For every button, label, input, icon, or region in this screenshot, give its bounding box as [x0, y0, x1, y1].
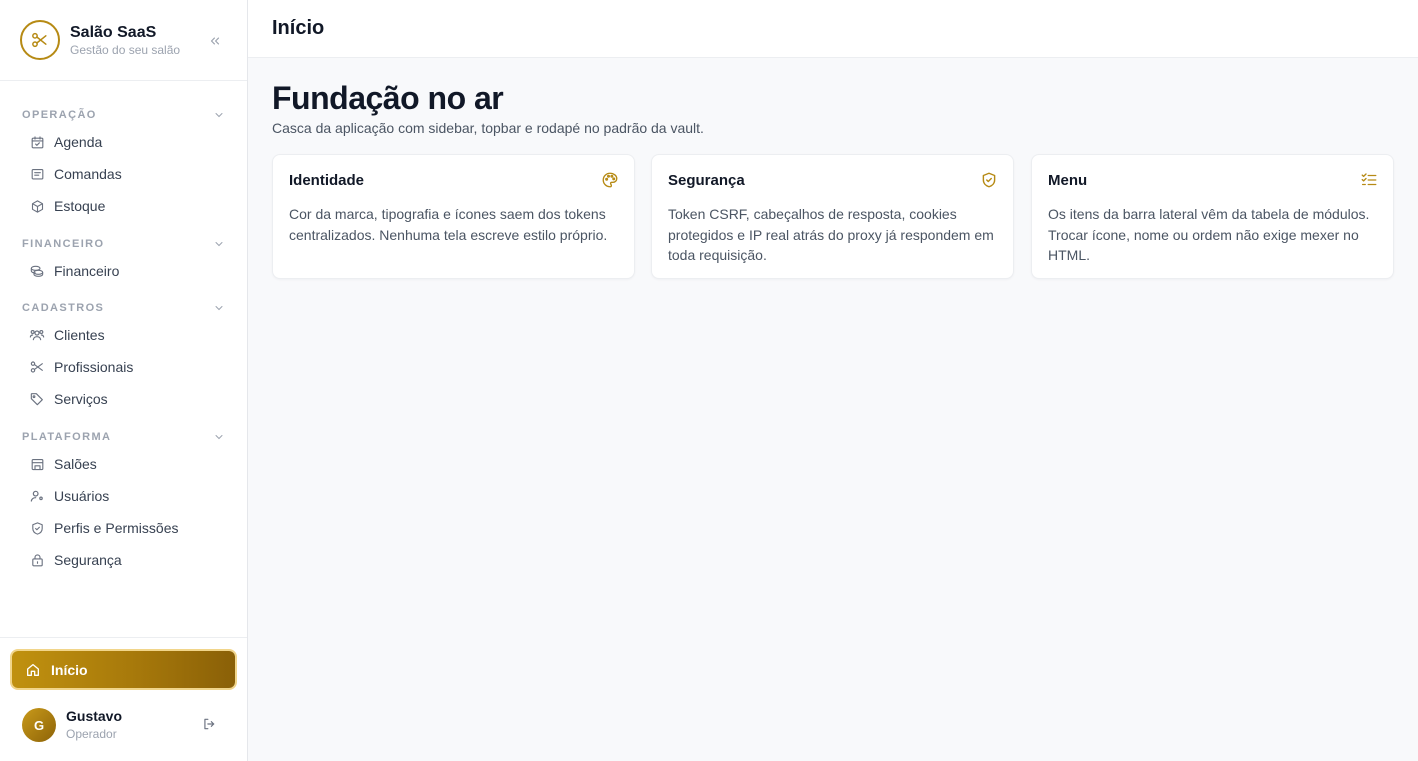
sidebar-item-saloes[interactable]: Salões	[0, 448, 247, 480]
card-text: Token CSRF, cabeçalhos de resposta, cook…	[668, 206, 994, 263]
calendar-icon	[29, 134, 45, 150]
section-cadastros-toggle[interactable]: CADASTROS	[0, 299, 247, 317]
tag-icon	[29, 391, 45, 407]
logout-button[interactable]	[202, 717, 216, 731]
sidebar-item-label: Salões	[54, 456, 97, 472]
sidebar: Salão SaaS Gestão do seu salão OPERAÇÃO …	[0, 0, 248, 761]
topbar-title: Início	[272, 17, 325, 39]
receipt-icon	[29, 166, 45, 182]
coins-icon	[29, 263, 45, 279]
shield-icon	[29, 520, 45, 536]
chevrons-left-icon	[210, 37, 220, 45]
sidebar-item-label: Financeiro	[54, 263, 120, 279]
section-financeiro-toggle[interactable]: FINANCEIRO	[0, 235, 247, 253]
sidebar-item-label: Clientes	[54, 327, 105, 343]
section-plataforma: PLATAFORMA Salões Usuários Perfis e Perm…	[0, 428, 247, 576]
chevron-down-icon	[215, 113, 223, 118]
sidebar-item-label: Perfis e Permissões	[54, 520, 179, 536]
scissors-icon	[29, 359, 45, 375]
section-plataforma-toggle[interactable]: PLATAFORMA	[0, 428, 247, 446]
sidebar-item-seguranca[interactable]: Segurança	[0, 544, 247, 576]
sidebar-item-profissionais[interactable]: Profissionais	[0, 351, 247, 383]
sidebar-item-label: Usuários	[54, 488, 110, 504]
card-title: Identidade	[289, 172, 365, 189]
chevron-down-icon	[215, 435, 223, 440]
section-operacao: OPERAÇÃO Agenda Comandas Estoque	[0, 106, 247, 222]
sidebar-item-label: Comandas	[54, 166, 122, 182]
store-icon	[29, 456, 45, 472]
lock-icon	[29, 552, 45, 568]
box-icon	[29, 198, 45, 214]
home-label: Início	[51, 661, 88, 678]
sidebar-item-perfis-permissoes[interactable]: Perfis e Permissões	[0, 512, 247, 544]
topbar: Início	[248, 0, 1418, 58]
card-text: Os itens da barra lateral vêm da tabela …	[1048, 206, 1370, 263]
card-menu: Menu Os itens da barra lateral vêm da ta…	[1031, 154, 1394, 279]
user-name: Gustavo	[66, 708, 123, 724]
user-icon	[29, 488, 45, 504]
sidebar-footer: Início G Gustavo Operador	[0, 637, 247, 761]
list-check-icon	[1361, 173, 1377, 186]
collapse-sidebar-button[interactable]	[204, 30, 226, 52]
shield-check-icon	[982, 172, 996, 188]
user-role: Operador	[66, 727, 117, 741]
sidebar-item-comandas[interactable]: Comandas	[0, 158, 247, 190]
sidebar-item-label: Serviços	[54, 391, 108, 407]
card-title: Menu	[1048, 172, 1088, 189]
sidebar-item-label: Estoque	[54, 198, 106, 214]
sidebar-item-usuarios[interactable]: Usuários	[0, 480, 247, 512]
card-title: Segurança	[668, 172, 745, 189]
card-text: Cor da marca, tipografia e ícones saem d…	[289, 206, 608, 243]
users-icon	[29, 327, 45, 343]
section-operacao-toggle[interactable]: OPERAÇÃO	[0, 106, 247, 124]
card-identidade: Identidade Cor da marca, tipografia e íc…	[272, 154, 635, 279]
sidebar-item-label: Segurança	[54, 552, 122, 568]
sidebar-item-servicos[interactable]: Serviços	[0, 383, 247, 415]
brand-header: Salão SaaS Gestão do seu salão	[0, 0, 247, 81]
page-title: Fundação no ar	[272, 80, 504, 116]
section-cadastros: CADASTROS Clientes Profissionais Serviço…	[0, 299, 247, 415]
card-seguranca: Segurança Token CSRF, cabeçalhos de resp…	[651, 154, 1014, 279]
page-subtitle: Casca da aplicação com sidebar, topbar e…	[272, 120, 704, 136]
section-financeiro: FINANCEIRO Financeiro	[0, 235, 247, 287]
sidebar-item-agenda[interactable]: Agenda	[0, 126, 247, 158]
chevron-down-icon	[215, 306, 223, 311]
sidebar-item-label: Agenda	[54, 134, 103, 150]
avatar[interactable]: G	[22, 708, 56, 742]
logout-icon	[204, 718, 215, 730]
palette-icon	[602, 172, 618, 188]
sidebar-item-clientes[interactable]: Clientes	[0, 319, 247, 351]
brand-subtitle: Gestão do seu salão	[70, 42, 181, 57]
section-title: PLATAFORMA	[22, 431, 112, 443]
section-title: CADASTROS	[22, 302, 105, 314]
home-icon	[25, 662, 41, 678]
section-title: FINANCEIRO	[22, 238, 105, 250]
brand-name: Salão SaaS	[70, 23, 157, 41]
section-title: OPERAÇÃO	[22, 109, 97, 121]
sidebar-item-label: Profissionais	[54, 359, 134, 375]
sidebar-item-inicio[interactable]: Início	[12, 651, 235, 688]
scissors-logo-icon	[20, 20, 60, 60]
chevron-down-icon	[215, 242, 223, 247]
user-profile: G Gustavo Operador	[22, 705, 232, 745]
sidebar-item-financeiro[interactable]: Financeiro	[0, 255, 247, 287]
sidebar-item-estoque[interactable]: Estoque	[0, 190, 247, 222]
